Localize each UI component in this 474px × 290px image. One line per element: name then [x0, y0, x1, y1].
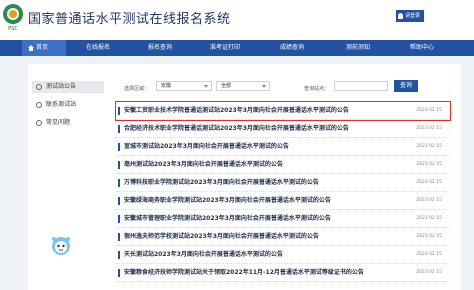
- sidebar-item-label: 联系测试站: [46, 101, 77, 108]
- notice-title[interactable]: 安徽粮食经济技师学院测试站关于领取2022年11月-12月普通话水平测试等级证书…: [124, 268, 364, 278]
- notice-title[interactable]: 安徽城市管理职业学院测试站2023年3月面向社会开展普通话水平测试的公告: [124, 214, 331, 224]
- home-icon: [28, 45, 34, 51]
- list-item[interactable]: 亳州测试站2023年3月面向社会开展普通话水平测试的公告 2023 02 15: [116, 156, 450, 174]
- keyword-input[interactable]: [334, 81, 388, 91]
- city-value: 全部: [221, 83, 232, 89]
- contact-icon: [36, 102, 42, 108]
- list-item[interactable]: 安徽粮食经济技师学院测试站关于领取2022年11月-12月普通话水平测试等级证书…: [116, 264, 450, 282]
- notice-title[interactable]: 亳州测试站2023年3月面向社会开展普通话水平测试的公告: [124, 160, 283, 170]
- nav-registration-query[interactable]: 报名查询: [148, 40, 172, 56]
- nav-help-center[interactable]: 帮助中心: [410, 40, 434, 56]
- user-icon: [398, 13, 403, 19]
- nav-test-notice[interactable]: 测前须知: [346, 40, 370, 56]
- nav-online-registration[interactable]: 在线报名: [86, 40, 110, 56]
- faq-icon: [36, 120, 42, 126]
- psc-logo[interactable]: [3, 4, 23, 24]
- notice-title[interactable]: 宿州逸夫师范学校测试站2023年3月面向社会开展普通话水平测试的公告: [124, 232, 319, 242]
- row-marker: [118, 161, 120, 169]
- chevron-down-icon: [262, 85, 266, 88]
- login-button[interactable]: 请登录: [396, 10, 424, 22]
- row-marker: [118, 215, 120, 223]
- nav-score-query[interactable]: 成绩查询: [280, 40, 304, 56]
- notice-list: 安徽工贸职业技术学院普通话测试站2023年3月面向社会开展普通话水平测试的公告 2…: [115, 101, 451, 282]
- nav-home-label: 首页: [36, 44, 49, 51]
- row-marker: [118, 269, 120, 277]
- city-select[interactable]: 全部: [216, 81, 270, 91]
- sidebar-item-label: 测试站公告: [46, 83, 77, 90]
- row-marker: [118, 197, 120, 205]
- list-item[interactable]: 宿州逸夫师范学校测试站2023年3月面向社会开展普通话水平测试的公告 2023 0…: [116, 228, 450, 246]
- logo-text: PSC: [8, 26, 18, 32]
- sidebar-item-announcements[interactable]: 测试站公告: [32, 81, 104, 93]
- notice-title[interactable]: 安徽工贸职业技术学院普通话测试站2023年3月面向社会开展普通话水平测试的公告: [124, 106, 349, 116]
- row-marker: [118, 233, 120, 241]
- list-item[interactable]: 天长测试站2023年3月面向社会开展普通话水平测试的公告 2023 02 15: [116, 246, 450, 264]
- sidebar-item-contact[interactable]: 联系测试站: [32, 99, 104, 111]
- notice-date: 2023 02 15: [416, 270, 442, 275]
- notice-date: 2023 02 15: [416, 108, 442, 113]
- main-nav: 首页 在线报名 报名查询 准考证打印 成绩查询 测前须知 帮助中心: [0, 40, 474, 56]
- notice-date: 2023 02 15: [416, 126, 442, 131]
- notice-date: 2023 02 15: [416, 180, 442, 185]
- notice-title[interactable]: 万博科技职业学院测试站2023年3月面向社会开展普通话水平测试的公告: [124, 178, 319, 188]
- row-marker: [118, 251, 120, 259]
- list-item[interactable]: 安徽城市管理职业学院测试站2023年3月面向社会开展普通话水平测试的公告 2023…: [116, 210, 450, 228]
- query-button[interactable]: 查询: [394, 80, 418, 92]
- row-marker: [118, 125, 120, 133]
- notice-date: 2023 02 15: [416, 198, 442, 203]
- sidebar-item-faq[interactable]: 常见问题: [32, 117, 104, 129]
- list-item[interactable]: 安徽绿海商务职业学院测试站2023年3月面向社会开展普通话水平测试的公告 2023…: [116, 192, 450, 210]
- announcement-icon: [36, 84, 42, 90]
- list-item[interactable]: 宣城市测试站2023年3月面向社会开展普通话水平测试的公告 2023 02 15: [116, 138, 450, 156]
- mascot-icon: [52, 237, 70, 255]
- list-item[interactable]: 合肥经济技术职业学院普通话测试站2023年3月面向社会开展普通话水平测试的公告 2…: [116, 120, 450, 138]
- list-item[interactable]: 安徽工贸职业技术学院普通话测试站2023年3月面向社会开展普通话水平测试的公告 2…: [115, 101, 451, 121]
- chevron-down-icon: [204, 85, 208, 88]
- login-label: 请登录: [405, 13, 421, 19]
- nav-admission-ticket[interactable]: 准考证打印: [210, 40, 240, 56]
- site-header: PSC 国家普通话水平测试在线报名系统 请登录: [0, 0, 474, 40]
- content-panel: 测试站公告 联系测试站 常见问题 选择区域： 安徽 全部 查询站点： 查询 安徽…: [28, 64, 461, 290]
- row-marker: [118, 143, 120, 151]
- notice-title[interactable]: 安徽绿海商务职业学院测试站2023年3月面向社会开展普通话水平测试的公告: [124, 196, 331, 206]
- notice-title[interactable]: 天长测试站2023年3月面向社会开展普通话水平测试的公告: [124, 250, 283, 260]
- row-marker: [118, 107, 120, 115]
- keyword-label: 查询站点：: [304, 86, 330, 92]
- notice-date: 2023 02 15: [416, 234, 442, 239]
- row-marker: [118, 179, 120, 187]
- province-select[interactable]: 安徽: [156, 81, 212, 91]
- sidebar-item-label: 常见问题: [46, 119, 71, 126]
- region-label: 选择区域：: [124, 86, 150, 92]
- notice-title[interactable]: 宣城市测试站2023年3月面向社会开展普通话水平测试的公告: [124, 142, 289, 152]
- notice-date: 2023 02 15: [416, 216, 442, 221]
- notice-date: 2023 02 15: [416, 162, 442, 167]
- notice-date: 2023 02 15: [416, 252, 442, 257]
- nav-home[interactable]: 首页: [22, 40, 66, 56]
- site-title: 国家普通话水平测试在线报名系统: [28, 12, 231, 27]
- province-value: 安徽: [161, 83, 172, 89]
- notice-date: 2023 02 15: [416, 144, 442, 149]
- notice-title[interactable]: 合肥经济技术职业学院普通话测试站2023年3月面向社会开展普通话水平测试的公告: [124, 124, 349, 134]
- list-item[interactable]: 万博科技职业学院测试站2023年3月面向社会开展普通话水平测试的公告 2023 0…: [116, 174, 450, 192]
